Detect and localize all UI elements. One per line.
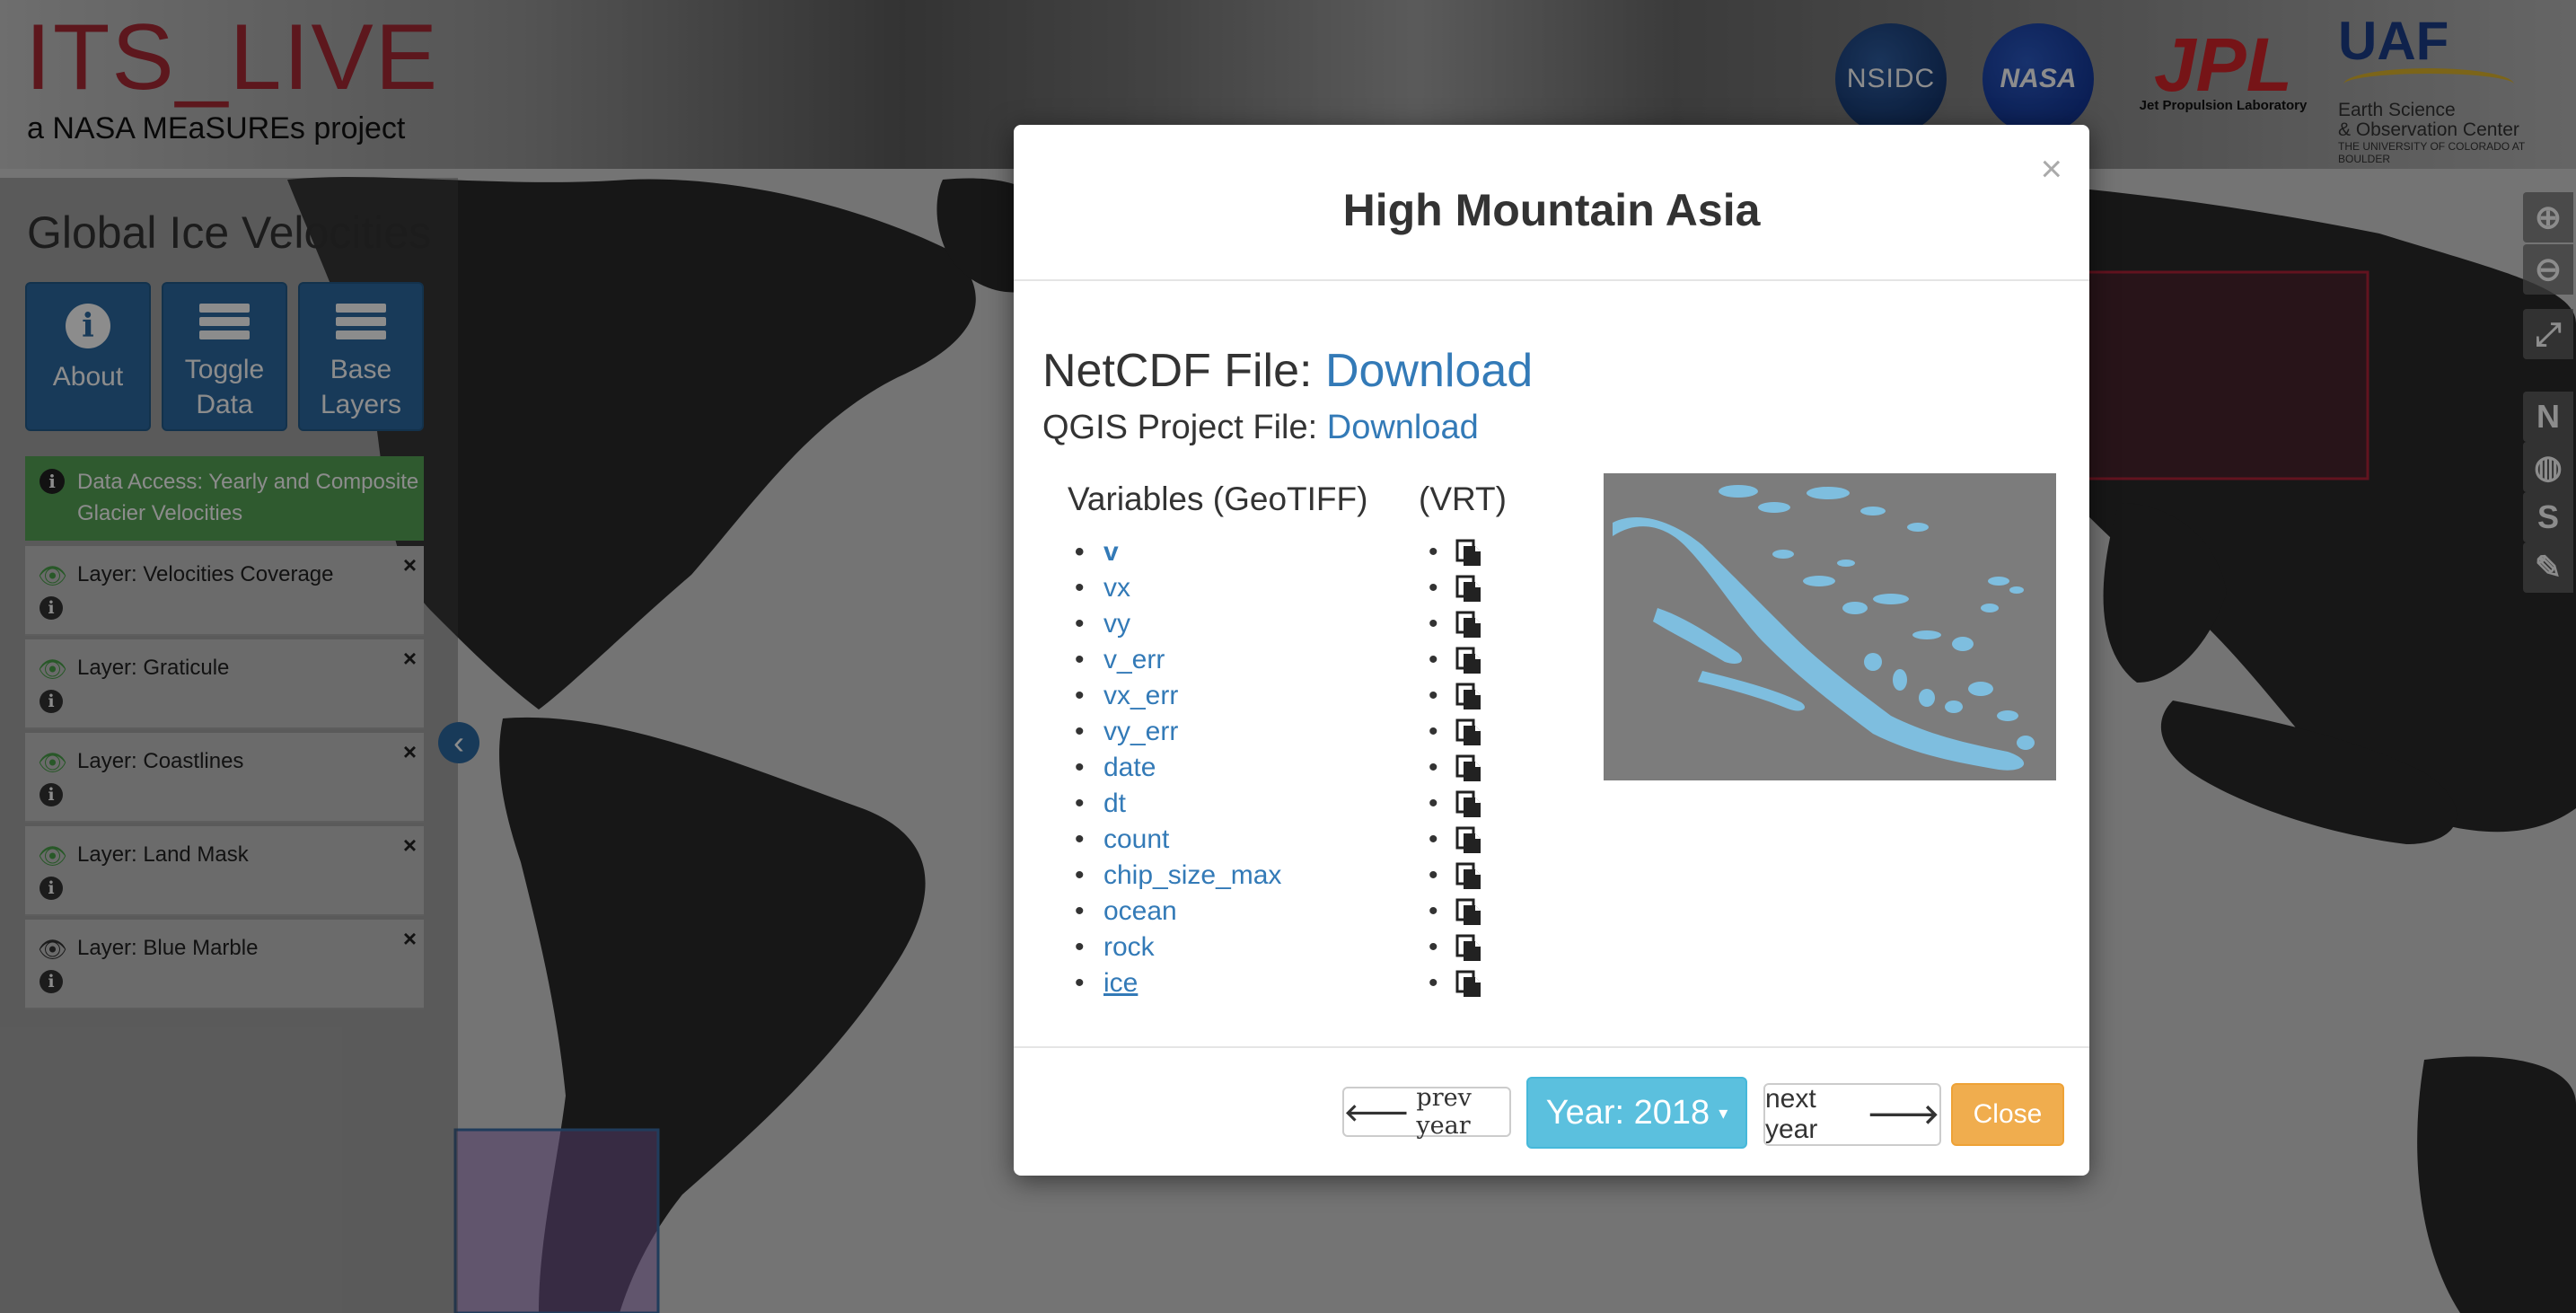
arrow-right-icon: 🡒 bbox=[1867, 1100, 1939, 1130]
variable-link-vx[interactable]: vx bbox=[1075, 573, 1373, 609]
variable-link-ice[interactable]: ice bbox=[1075, 968, 1373, 1004]
netcdf-label: NetCDF File: bbox=[1042, 345, 1313, 397]
qgis-label: QGIS Project File: bbox=[1042, 409, 1318, 446]
copy-icon bbox=[1455, 575, 1481, 602]
prev-year-label: prev year bbox=[1416, 1084, 1472, 1140]
vrt-copy-button[interactable] bbox=[1429, 717, 1491, 753]
variable-link-ocean[interactable]: ocean bbox=[1075, 896, 1373, 932]
variables-header: Variables (GeoTIFF) bbox=[1068, 480, 1368, 517]
vrt-copy-button[interactable] bbox=[1429, 573, 1491, 609]
vrt-header: (VRT) bbox=[1419, 480, 1507, 517]
vrt-copy-button[interactable] bbox=[1429, 860, 1491, 896]
close-button[interactable]: Close bbox=[1951, 1083, 2064, 1146]
copy-icon bbox=[1455, 539, 1481, 566]
variable-link-date[interactable]: date bbox=[1075, 753, 1373, 789]
modal-header-divider bbox=[1014, 279, 2089, 281]
variable-link-vx-err[interactable]: vx_err bbox=[1075, 681, 1373, 717]
variable-link-dt[interactable]: dt bbox=[1075, 789, 1373, 824]
copy-icon bbox=[1455, 611, 1481, 638]
vrt-copy-button[interactable] bbox=[1429, 968, 1491, 1004]
glacier-preview-map bbox=[1613, 485, 2035, 771]
year-label: Year: 2018 bbox=[1545, 1093, 1710, 1132]
variable-link-v[interactable]: v bbox=[1075, 537, 1373, 573]
copy-icon bbox=[1455, 718, 1481, 745]
copy-icon bbox=[1455, 647, 1481, 674]
netcdf-download-link[interactable]: Download bbox=[1325, 345, 1533, 397]
vrt-copy-button[interactable] bbox=[1429, 609, 1491, 645]
region-modal: × High Mountain Asia NetCDF File: Downlo… bbox=[1014, 125, 2089, 1176]
variable-link-chip-size-max[interactable]: chip_size_max bbox=[1075, 860, 1373, 896]
qgis-download-link[interactable]: Download bbox=[1327, 409, 1479, 446]
vrt-copy-button[interactable] bbox=[1429, 932, 1491, 968]
copy-icon bbox=[1455, 790, 1481, 817]
variable-link-vy[interactable]: vy bbox=[1075, 609, 1373, 645]
copy-icon bbox=[1455, 683, 1481, 709]
arrow-left-icon: 🡐 bbox=[1344, 1098, 1410, 1127]
vrt-copy-button[interactable] bbox=[1429, 896, 1491, 932]
prev-year-button[interactable]: 🡐 prev year bbox=[1342, 1084, 1511, 1140]
variable-link-v-err[interactable]: v_err bbox=[1075, 645, 1373, 681]
copy-icon bbox=[1455, 970, 1481, 997]
netcdf-row: NetCDF File: Download bbox=[1042, 344, 1533, 398]
next-year-label: next year bbox=[1765, 1084, 1818, 1144]
vrt-copy-button[interactable] bbox=[1429, 681, 1491, 717]
variable-link-vy-err[interactable]: vy_err bbox=[1075, 717, 1373, 753]
vrt-copy-button[interactable] bbox=[1429, 789, 1491, 824]
modal-title: High Mountain Asia bbox=[1342, 185, 1761, 235]
year-dropdown-button[interactable]: Year: 2018 ▾ bbox=[1526, 1077, 1747, 1149]
qgis-row: QGIS Project File: Download bbox=[1042, 409, 1479, 447]
region-preview-image bbox=[1604, 473, 2056, 780]
next-year-button[interactable]: next year 🡒 bbox=[1763, 1083, 1941, 1146]
variable-link-rock[interactable]: rock bbox=[1075, 932, 1373, 968]
copy-icon bbox=[1455, 754, 1481, 781]
modal-footer-divider bbox=[1014, 1046, 2089, 1048]
vrt-copy-button[interactable] bbox=[1429, 824, 1491, 860]
caret-down-icon: ▾ bbox=[1719, 1103, 1728, 1124]
vrt-copy-button[interactable] bbox=[1429, 645, 1491, 681]
vrt-copy-button[interactable] bbox=[1429, 753, 1491, 789]
copy-icon bbox=[1455, 898, 1481, 925]
copy-icon bbox=[1455, 826, 1481, 853]
variable-link-count[interactable]: count bbox=[1075, 824, 1373, 860]
vrt-copy-button[interactable] bbox=[1429, 537, 1491, 573]
copy-icon bbox=[1455, 862, 1481, 889]
copy-icon bbox=[1455, 934, 1481, 961]
close-icon[interactable]: × bbox=[2040, 150, 2062, 188]
